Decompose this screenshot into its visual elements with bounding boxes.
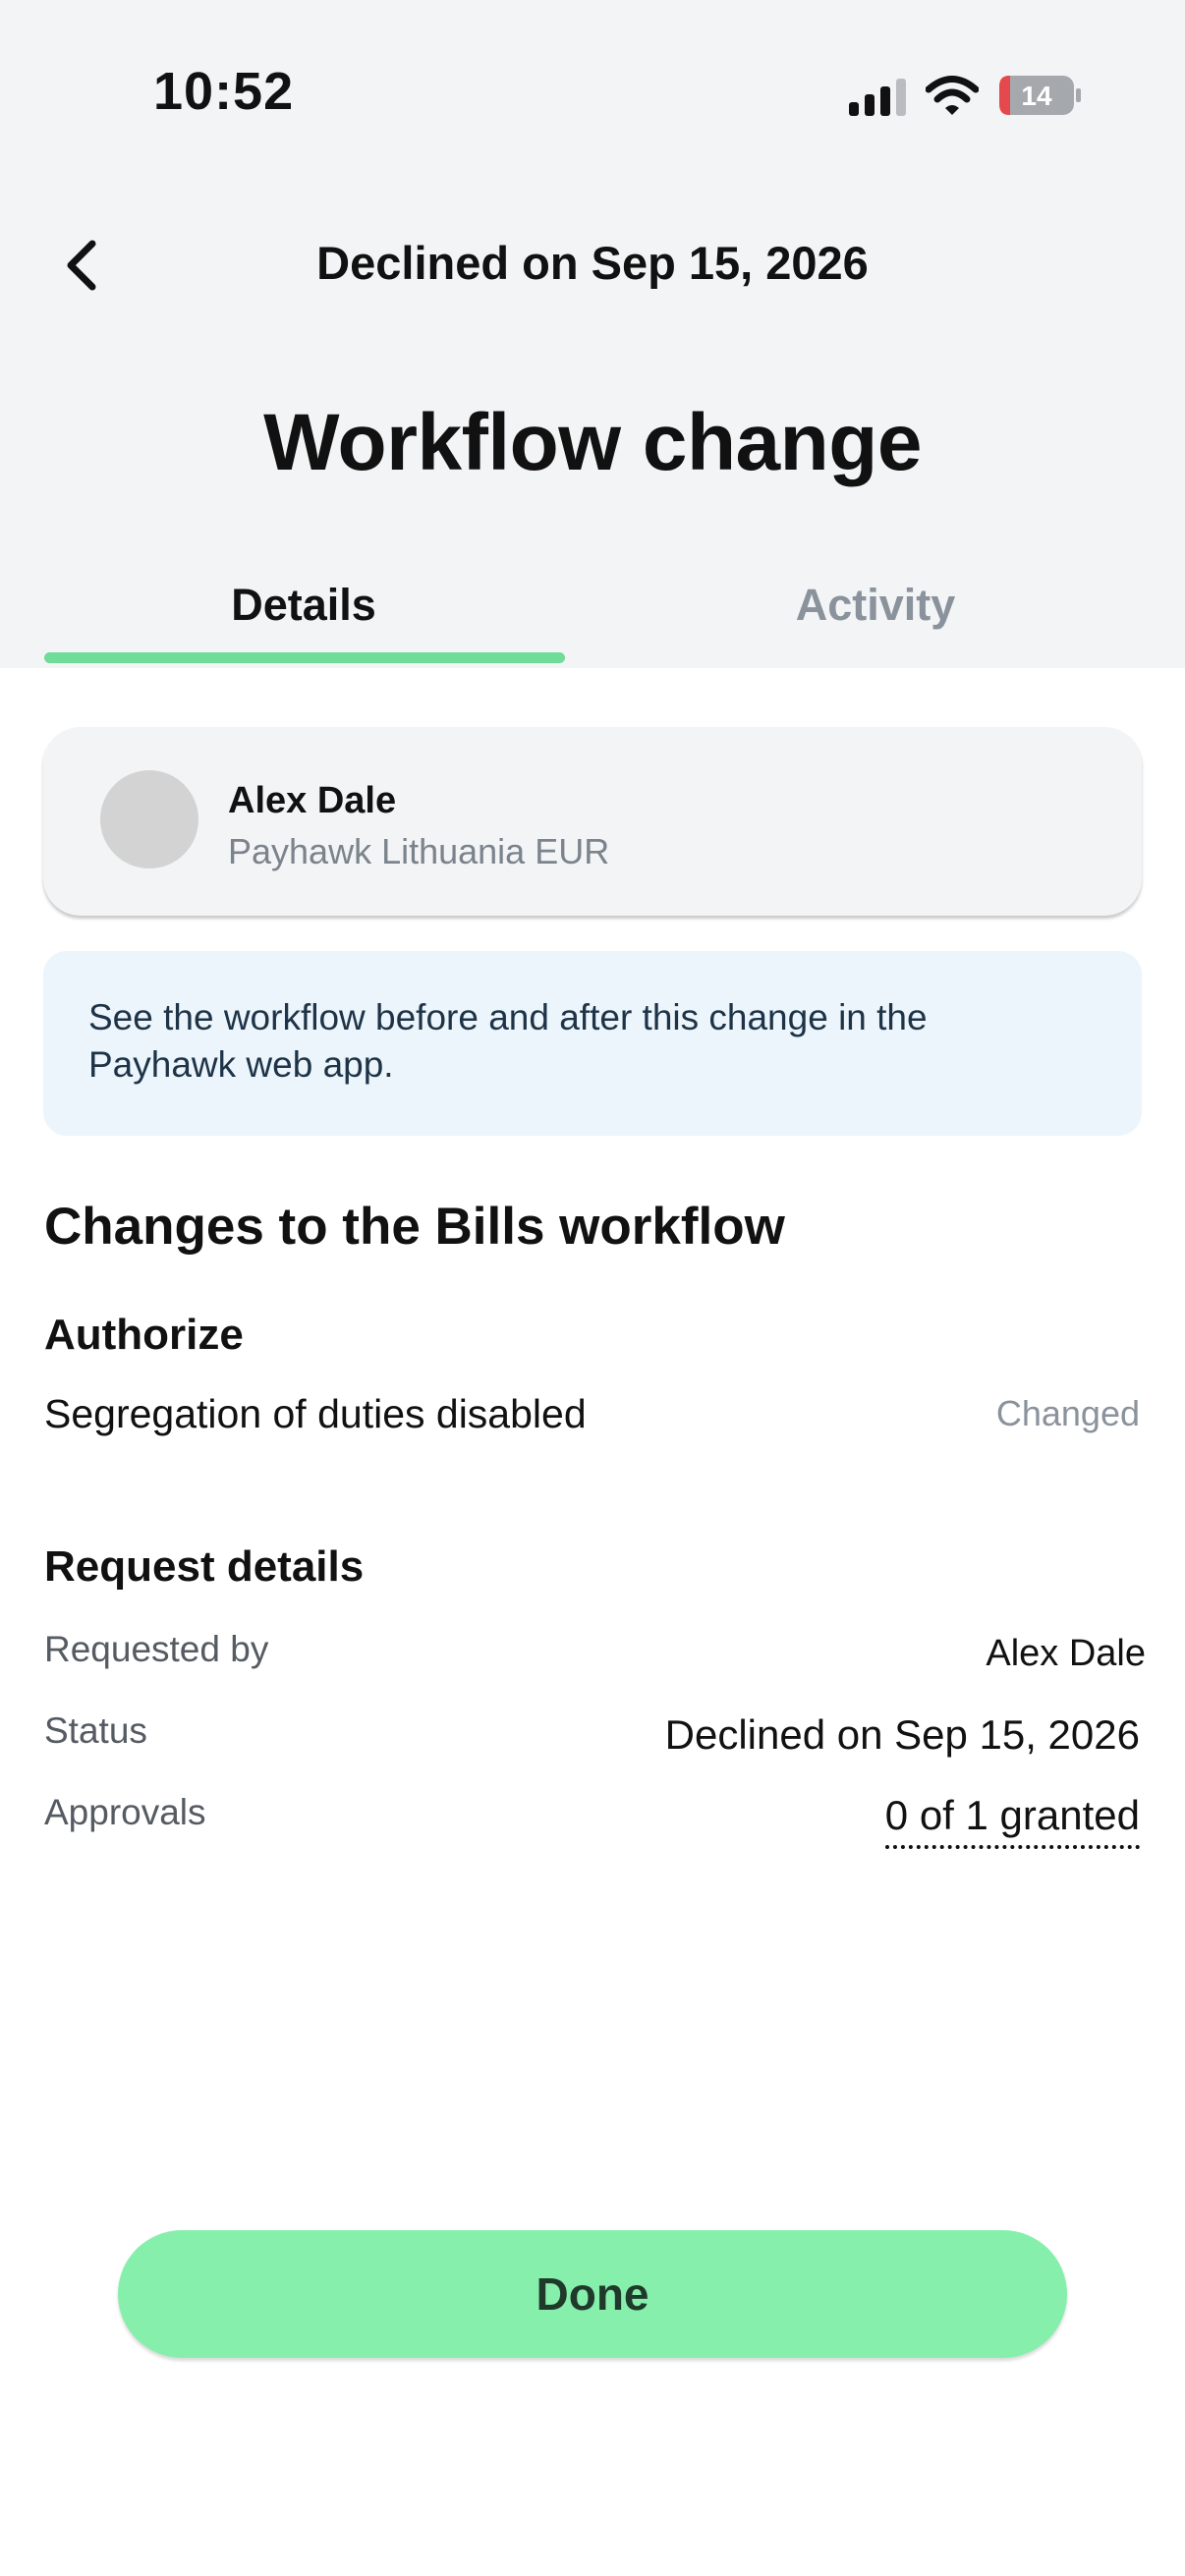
change-item-label: Segregation of duties disabled	[44, 1391, 587, 1436]
change-item-status: Changed	[995, 1393, 1140, 1433]
battery-icon: 14	[999, 76, 1081, 115]
status-value: Declined on Sep 15, 2026	[664, 1711, 1140, 1758]
nav-title: Declined on Sep 15, 2026	[316, 237, 869, 289]
cellular-signal-icon	[849, 79, 906, 116]
page-title: Workflow change	[263, 398, 922, 487]
authorize-heading: Authorize	[44, 1311, 244, 1359]
done-button[interactable]: Done	[118, 2230, 1067, 2358]
active-tab-indicator	[44, 652, 565, 663]
avatar	[100, 770, 198, 868]
tab-activity[interactable]: Activity	[593, 580, 1157, 631]
approvals-value[interactable]: 0 of 1 granted	[884, 1792, 1140, 1849]
battery-level: 14	[1021, 81, 1052, 111]
user-name: Alex Dale	[228, 780, 397, 821]
wifi-icon	[926, 76, 979, 115]
user-card: Alex Dale Payhawk Lithuania EUR	[43, 727, 1142, 916]
request-details-heading: Request details	[44, 1542, 365, 1591]
requested-by-label: Requested by	[44, 1629, 269, 1669]
info-banner: See the workflow before and after this c…	[43, 951, 1142, 1136]
status-bar: 10:52 14	[0, 0, 1185, 196]
requested-by-value: Alex Dale	[986, 1633, 1146, 1674]
info-text: See the workflow before and after this c…	[88, 997, 928, 1085]
tab-details[interactable]: Details	[22, 580, 586, 631]
approvals-label: Approvals	[44, 1792, 206, 1832]
status-label: Status	[44, 1710, 147, 1751]
done-button-label: Done	[536, 2268, 649, 2320]
changes-heading: Changes to the Bills workflow	[44, 1198, 785, 1256]
user-company: Payhawk Lithuania EUR	[228, 831, 610, 871]
status-time: 10:52	[153, 62, 295, 121]
